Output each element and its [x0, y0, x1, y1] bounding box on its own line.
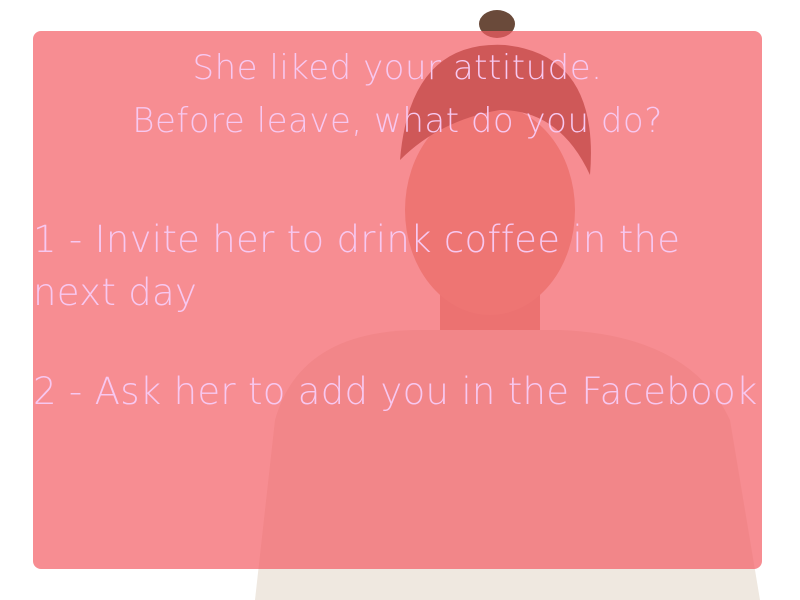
choice-option-1[interactable]: 1 - Invite her to drink coffee in the ne… — [33, 213, 762, 319]
question-line-2: Before leave, what do you do? — [132, 101, 663, 141]
dialog-question: She liked your attitude. Before leave, w… — [33, 42, 762, 148]
choice-dialog-panel: She liked your attitude. Before leave, w… — [33, 31, 762, 569]
choice-option-2[interactable]: 2 - Ask her to add you in the Facebook — [33, 365, 762, 418]
question-line-1: She liked your attitude. — [192, 48, 603, 88]
